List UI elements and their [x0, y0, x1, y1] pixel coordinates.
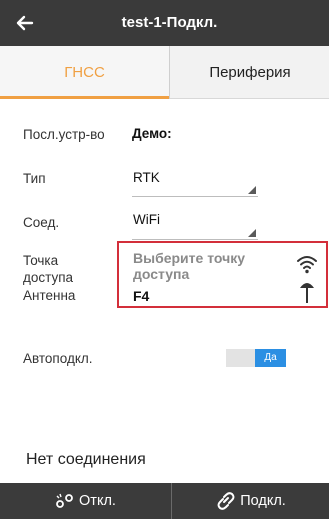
title-bar: test-1-Подкл. [0, 0, 329, 46]
autoconnect-toggle[interactable]: Да [226, 349, 286, 367]
antenna-value[interactable]: F4 [133, 288, 149, 304]
type-select-underline [132, 196, 258, 197]
device-label: Посл.устр-во [23, 127, 105, 142]
tab-gnss[interactable]: ГНСС [0, 46, 170, 99]
tab-peripherals[interactable]: Периферия [171, 46, 329, 99]
access-point-label: Точка доступа [23, 253, 74, 285]
unlink-icon [56, 493, 73, 508]
connection-label: Соед. [23, 215, 60, 230]
connect-label: Подкл. [240, 493, 286, 509]
access-point-select[interactable]: Выберите точку доступа [133, 250, 283, 282]
type-select[interactable]: RTK [133, 170, 160, 185]
connect-button[interactable]: Подкл. [173, 483, 329, 519]
page-title: test-1-Подкл. [121, 14, 218, 31]
dropdown-corner-icon [248, 186, 256, 194]
disconnect-button[interactable]: Откл. [0, 483, 172, 519]
disconnect-label: Откл. [79, 493, 116, 509]
connection-select-underline [132, 239, 258, 240]
antenna-icon[interactable] [299, 280, 315, 304]
type-label: Тип [23, 171, 46, 186]
connection-status: Нет соединения [26, 451, 146, 468]
device-value: Демо: [132, 126, 172, 141]
link-icon [217, 492, 235, 510]
toggle-on-label: Да [255, 349, 286, 367]
antenna-label: Антенна [23, 288, 76, 303]
connection-select[interactable]: WiFi [133, 212, 160, 227]
bottom-action-bar: Откл. Подкл. [0, 483, 329, 519]
tab-bar: ГНСС Периферия [0, 46, 329, 99]
wifi-icon[interactable] [296, 254, 318, 274]
dropdown-corner-icon [248, 229, 256, 237]
autoconnect-label: Автоподкл. [23, 351, 93, 366]
